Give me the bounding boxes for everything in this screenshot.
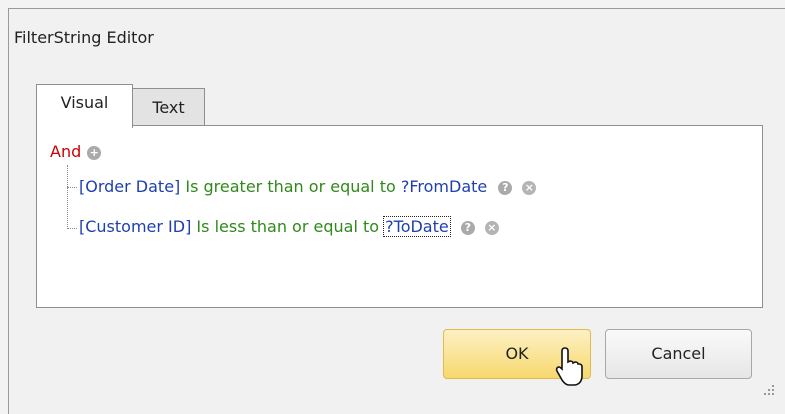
condition-field[interactable]: [Order Date] [79,177,180,196]
tree-line [67,165,68,229]
condition-value[interactable]: ?FromDate [401,177,487,196]
tab-text[interactable]: Text [132,88,205,126]
tree-branch [67,187,77,188]
condition-operator[interactable]: Is greater than or equal to [185,177,395,196]
resize-grip-icon[interactable] [762,383,776,397]
cancel-button[interactable]: Cancel [605,329,752,379]
tree-branch [67,228,77,229]
remove-condition-icon[interactable]: × [522,180,537,195]
help-icon[interactable]: ? [498,180,513,195]
condition-value[interactable]: ?ToDate [383,216,451,237]
group-operator[interactable]: And [50,142,81,161]
condition-row: [Customer ID] Is less than or equal to ?… [79,216,499,238]
tab-visual[interactable]: Visual [36,84,133,128]
condition-row: [Order Date] Is greater than or equal to… [79,176,537,198]
remove-condition-icon[interactable]: × [484,220,499,235]
mouse-cursor-icon [555,347,583,386]
help-icon[interactable]: ? [460,220,475,235]
dialog-title: FilterString Editor [14,28,154,47]
add-condition-icon[interactable]: + [87,145,102,160]
condition-field[interactable]: [Customer ID] [79,217,191,236]
condition-operator[interactable]: Is less than or equal to [196,217,379,236]
group-row: And + [50,141,102,163]
